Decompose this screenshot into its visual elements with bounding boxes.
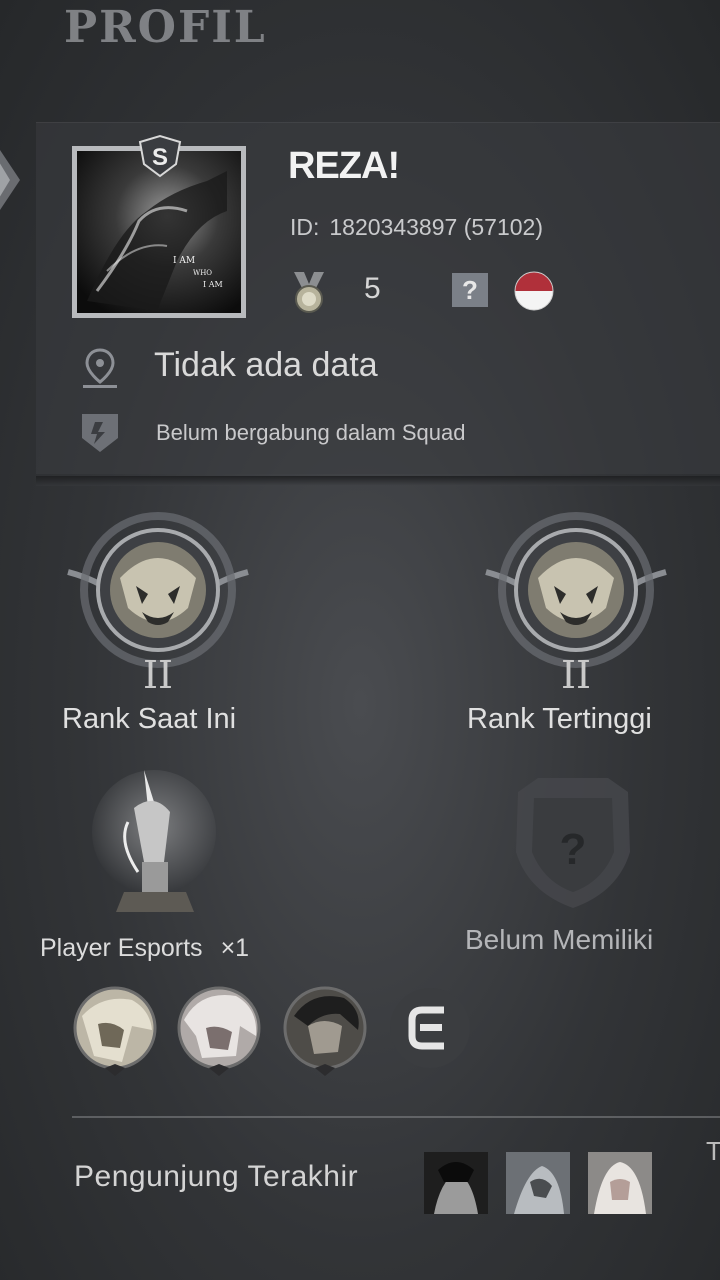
- svg-text:II: II: [143, 653, 173, 697]
- avatar-caption-line-2: WHO: [193, 269, 212, 277]
- location-text: Tidak ada data: [154, 346, 378, 384]
- hero-portrait-1-icon[interactable]: [72, 986, 158, 1078]
- back-arrow-icon[interactable]: [0, 135, 24, 225]
- rank-highest-label: Rank Tertinggi: [467, 703, 652, 735]
- player-id[interactable]: ID: 1820343897 (57102): [290, 214, 543, 241]
- avatar-caption-line-1: I AM: [173, 256, 195, 266]
- avatar-caption-line-3: I AM: [203, 280, 223, 289]
- locked-achievement-icon[interactable]: ?: [498, 772, 648, 912]
- player-id-value: 1820343897 (57102): [329, 214, 543, 240]
- hero-portrait-3-icon[interactable]: [282, 986, 368, 1078]
- esports-achievement-label: Player Esports ×1: [40, 934, 249, 963]
- esports-multiplier: ×1: [220, 934, 250, 962]
- svg-text:?: ?: [560, 825, 587, 874]
- visitor-avatar-1[interactable]: [424, 1152, 488, 1214]
- medal-icon[interactable]: [290, 272, 328, 314]
- location-pin-icon: [83, 348, 117, 388]
- visitor-avatar-3[interactable]: [588, 1152, 652, 1214]
- svg-text:S: S: [152, 144, 168, 171]
- section-divider: [36, 476, 720, 486]
- edge-glyph: T: [706, 1136, 720, 1166]
- svg-text:II: II: [561, 653, 591, 697]
- esports-label-text: Player Esports: [40, 934, 203, 962]
- visitors-divider: [72, 1116, 720, 1118]
- rank-current-label: Rank Saat Ini: [62, 703, 237, 735]
- recent-visitors-label: Pengunjung Terakhir: [74, 1160, 359, 1193]
- locked-achievement-label: Belum Memiliki: [465, 924, 654, 955]
- player-id-label: ID:: [290, 214, 320, 240]
- esports-logo-icon[interactable]: [388, 986, 472, 1070]
- visitor-avatar-2[interactable]: [506, 1152, 570, 1214]
- medal-count: 5: [364, 272, 381, 305]
- squad-shield-icon[interactable]: [80, 410, 120, 454]
- unknown-badge[interactable]: ?: [452, 273, 488, 307]
- esports-trophy-icon[interactable]: [88, 762, 218, 922]
- squad-status-text: Belum bergabung dalam Squad: [156, 420, 466, 445]
- rank-current-emblem-icon[interactable]: II: [58, 508, 258, 698]
- player-name: REZA!: [288, 145, 400, 187]
- indonesia-flag-icon[interactable]: [514, 271, 554, 311]
- page-title: PROFIL: [64, 2, 267, 53]
- rank-highest-emblem-icon[interactable]: II: [476, 508, 676, 698]
- hero-portrait-2-icon[interactable]: [176, 986, 262, 1078]
- rank-s-badge-icon: S: [138, 134, 182, 178]
